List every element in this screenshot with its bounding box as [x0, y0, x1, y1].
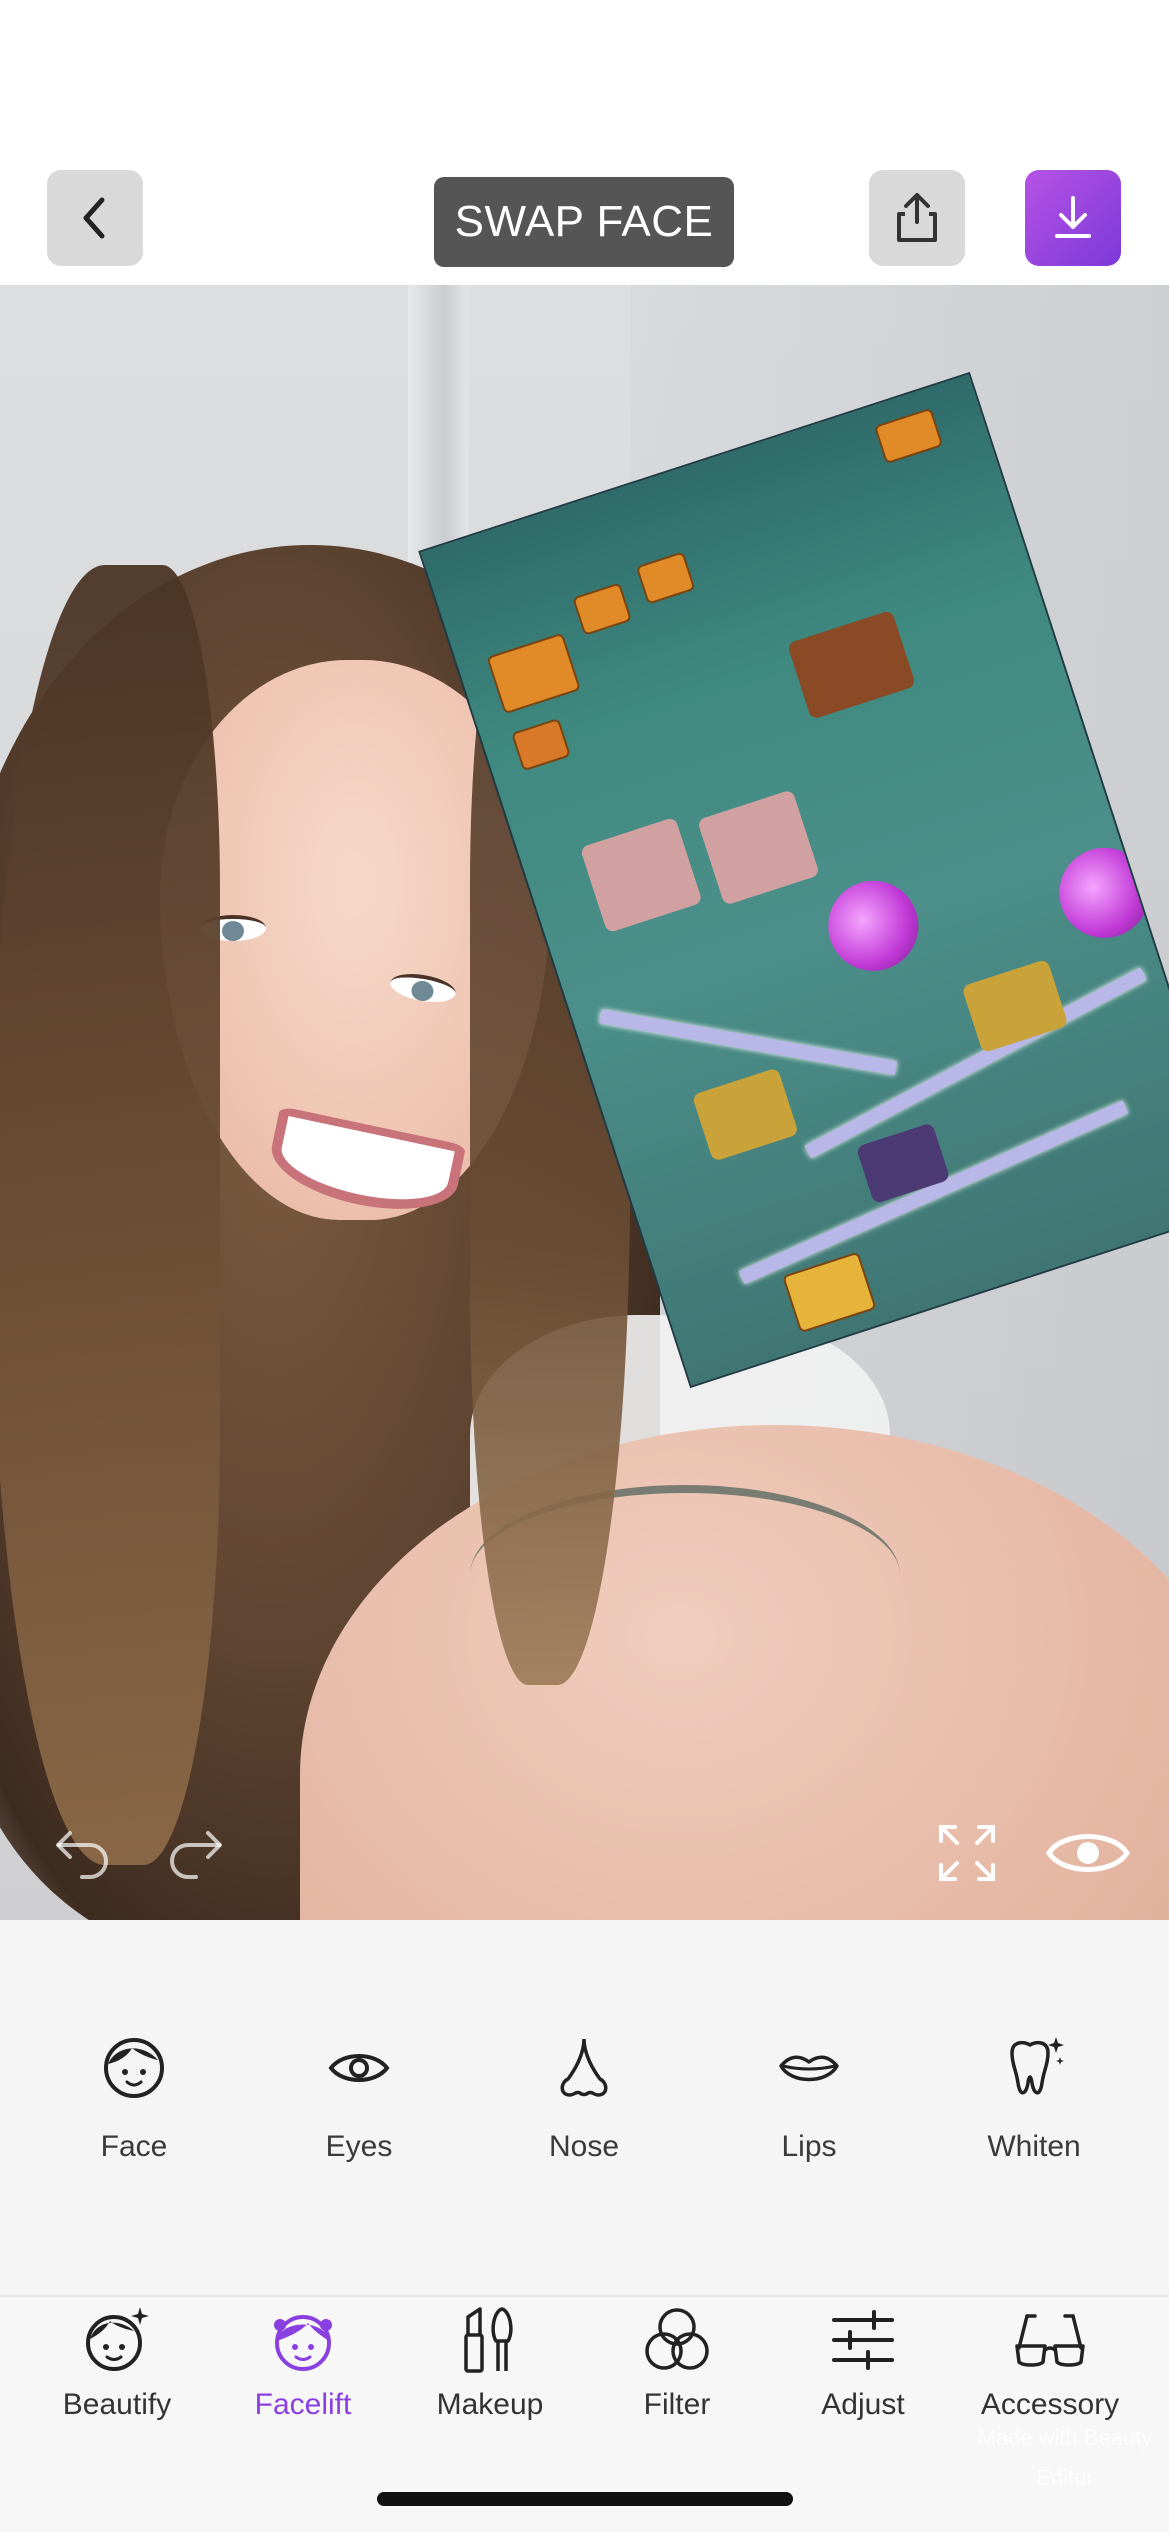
compare-toggle[interactable] [1040, 1818, 1136, 1888]
game-chip [635, 551, 696, 605]
nav-facelift-label: Facelift [254, 2388, 352, 2421]
glasses-icon [1010, 2302, 1090, 2378]
nav-beautify-label: Beautify [62, 2388, 172, 2421]
tool-nose[interactable]: Nose [494, 2030, 674, 2180]
undo-icon [56, 1831, 108, 1879]
game-chip [873, 407, 944, 465]
nav-beautify[interactable]: Beautify [22, 2302, 212, 2432]
tool-eyes-label: Eyes [325, 2130, 393, 2163]
tool-eyes[interactable]: Eyes [269, 2030, 449, 2180]
nav-accessory[interactable]: Accessory [955, 2302, 1145, 2432]
home-indicator[interactable] [377, 2492, 793, 2506]
facelift-girl-icon [263, 2302, 343, 2378]
tool-nose-label: Nose [548, 2130, 620, 2163]
tool-whiten-label: Whiten [987, 2130, 1081, 2163]
game-building [579, 816, 703, 934]
nav-adjust[interactable]: Adjust [768, 2302, 958, 2432]
beautify-face-icon [77, 2302, 157, 2378]
game-chip [486, 632, 581, 715]
chevron-left-icon [83, 197, 105, 239]
fullscreen-icon [939, 1825, 995, 1881]
game-chip [782, 1251, 877, 1334]
share-button[interactable] [869, 170, 965, 266]
nav-facelift[interactable]: Facelift [208, 2302, 398, 2432]
game-building [697, 789, 820, 906]
game-building [786, 609, 917, 720]
eye-icon [321, 2030, 397, 2106]
nav-makeup[interactable]: Makeup [395, 2302, 585, 2432]
game-building [961, 958, 1069, 1054]
share-icon [897, 193, 937, 242]
game-chip [572, 582, 633, 636]
watermark: Made with Beauty Editor [977, 2425, 1153, 2490]
download-icon [1055, 196, 1091, 238]
hair-left [0, 565, 220, 1865]
filter-circles-icon [637, 2302, 717, 2378]
tool-whiten[interactable]: Whiten [944, 2030, 1124, 2180]
fullscreen-button[interactable] [932, 1818, 1002, 1888]
makeup-brush-icon [450, 2302, 530, 2378]
nav-makeup-label: Makeup [436, 2388, 544, 2421]
game-building [691, 1067, 799, 1162]
tool-lips[interactable]: Lips [719, 2030, 899, 2180]
tooth-sparkle-icon [996, 2030, 1072, 2106]
nav-filter-label: Filter [643, 2388, 711, 2421]
nose-icon [546, 2030, 622, 2106]
redo-icon [170, 1831, 222, 1879]
tool-lips-label: Lips [781, 2130, 837, 2163]
nav-accessory-label: Accessory [980, 2388, 1120, 2421]
sliders-icon [823, 2302, 903, 2378]
swap-face-button[interactable]: SWAP FACE [434, 177, 734, 267]
tool-face-label: Face [100, 2130, 168, 2163]
redo-button[interactable] [160, 1818, 230, 1884]
game-wall [599, 1009, 898, 1076]
face-icon [96, 2030, 172, 2106]
nav-filter[interactable]: Filter [582, 2302, 772, 2432]
undo-button[interactable] [48, 1818, 118, 1884]
tool-face[interactable]: Face [44, 2030, 224, 2180]
game-elixir-storage [816, 869, 930, 983]
photo-canvas[interactable] [0, 285, 1169, 1920]
download-button[interactable] [1025, 170, 1121, 266]
back-button[interactable] [47, 170, 143, 266]
lips-icon [771, 2030, 847, 2106]
game-chip [511, 717, 571, 772]
nav-adjust-label: Adjust [821, 2388, 905, 2421]
eye-icon [1046, 1834, 1130, 1872]
